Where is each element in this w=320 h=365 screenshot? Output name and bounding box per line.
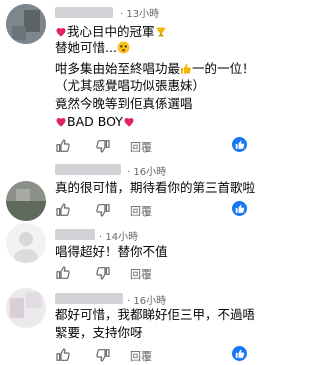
teary-face-icon [117,41,130,54]
thumbs-up-icon [181,64,191,74]
avatar[interactable] [6,181,46,221]
heart-icon [124,118,134,127]
author-name[interactable] [55,293,123,304]
timestamp[interactable]: · 14小時 [99,228,138,243]
comment-line: BAD BOY [55,114,135,130]
dislike-button[interactable] [95,202,111,218]
timestamp[interactable]: · 16小時 [127,292,166,307]
avatar[interactable] [6,223,46,263]
comment-line: 都好可惜，我都睇好佢三甲，不過唔 [55,307,256,322]
comment-line: 替她可惜... [55,40,130,56]
author-name[interactable] [55,7,113,18]
avatar-image [6,4,46,44]
heart-icon [56,28,66,37]
reply-button[interactable]: 回覆 [130,266,152,282]
dislike-button[interactable] [95,138,111,154]
trophy-icon [156,27,166,37]
comment-actions: 回覆 [55,265,245,281]
reply-button[interactable]: 回覆 [130,139,152,155]
timestamp[interactable]: · 16小時 [127,163,166,178]
comment-line: （尤其感覺唱功似張惠妹） [55,78,206,93]
reply-button[interactable]: 回覆 [130,348,152,364]
like-reaction-icon[interactable] [232,137,247,152]
comment-line: 真的很可惜，期待看你的第三首歌啦 [55,180,256,195]
dislike-button[interactable] [95,265,111,281]
comment-line: 唱得超好！替你不值 [55,244,168,259]
like-button[interactable] [55,265,71,281]
comment-actions: 回覆 [55,138,245,154]
heart-icon [56,118,66,127]
like-button[interactable] [55,138,71,154]
comment-line: 緊要，支持你呀 [55,325,143,340]
like-reaction-icon[interactable] [232,346,247,361]
timestamp[interactable]: · 13小時 [120,5,159,20]
reply-button[interactable]: 回覆 [130,203,152,219]
avatar[interactable] [6,4,46,44]
avatar-image [6,223,46,263]
comment-actions: 回覆 [55,347,245,363]
avatar-image [6,181,46,221]
comment-line: 我心目中的冠軍 [55,24,167,40]
author-name[interactable] [55,229,95,240]
comment-actions: 回覆 [55,202,245,218]
dislike-button[interactable] [95,347,111,363]
comment-line: 竟然今晚等到佢真係選唱 [55,96,193,111]
author-name[interactable] [55,164,121,175]
like-reaction-icon[interactable] [232,201,247,216]
avatar-image [6,288,46,328]
like-button[interactable] [55,202,71,218]
comment-line: 咁多集由始至終唱功最 一的一位！ [55,61,255,76]
avatar[interactable] [6,288,46,328]
like-button[interactable] [55,347,71,363]
